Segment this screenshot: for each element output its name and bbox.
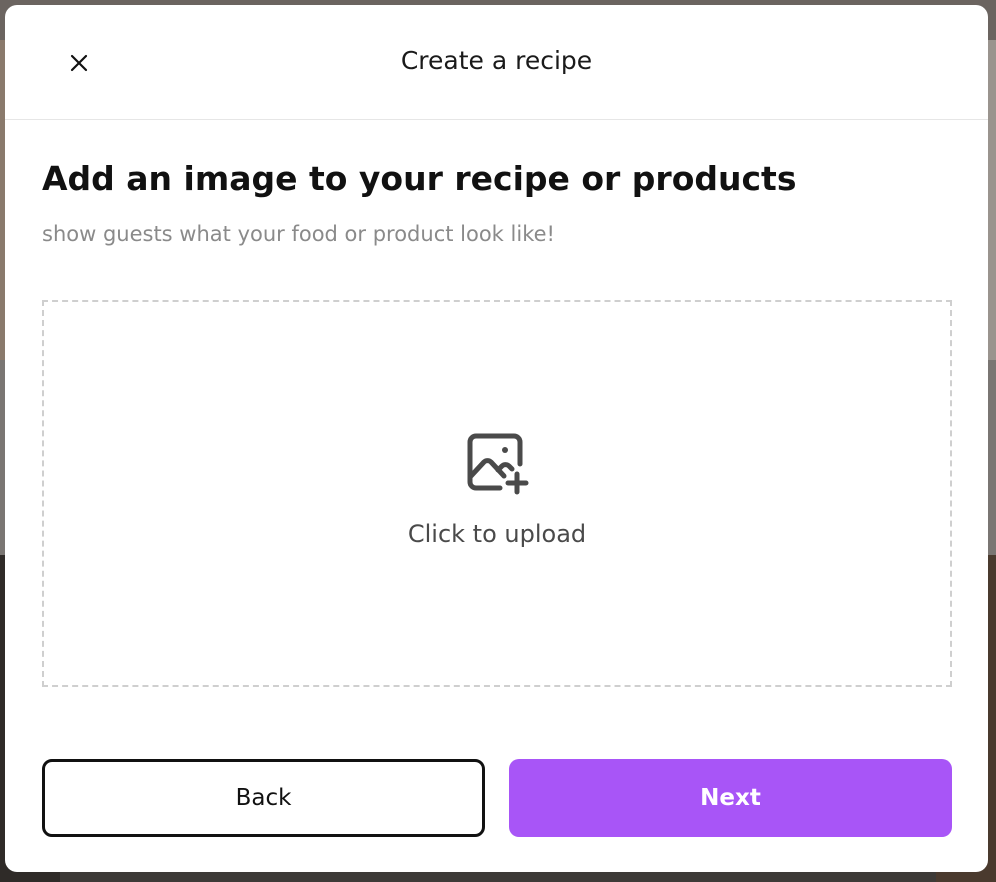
image-plus-icon [467, 433, 529, 494]
create-recipe-modal: Create a recipe Add an image to your rec… [5, 5, 988, 872]
page-subheading: show guests what your food or product lo… [42, 222, 555, 246]
next-button[interactable]: Next [509, 759, 952, 837]
back-button[interactable]: Back [42, 759, 485, 837]
modal-header: Create a recipe [5, 5, 988, 120]
image-upload-dropzone[interactable]: Click to upload [42, 300, 952, 687]
upload-label: Click to upload [407, 519, 587, 548]
modal-title: Create a recipe [400, 46, 593, 75]
page-heading: Add an image to your recipe or products [42, 159, 797, 198]
